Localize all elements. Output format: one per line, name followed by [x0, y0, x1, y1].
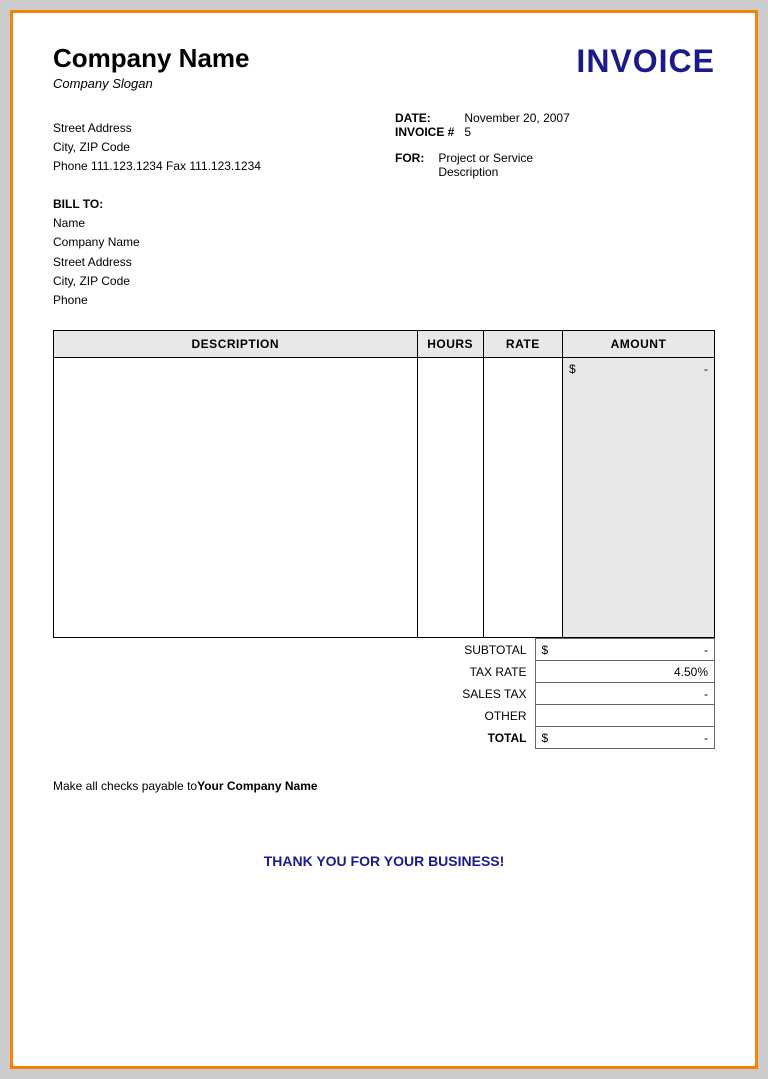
company-address: Street Address City, ZIP Code Phone 111.… — [53, 119, 261, 177]
subtotal-dollar-value: $ - — [542, 643, 709, 657]
date-label: DATE: — [395, 111, 464, 125]
invoice-num-value: 5 — [464, 125, 569, 139]
company-name: Company Name — [53, 43, 250, 74]
subtotal-row: SUBTOTAL $ - — [395, 639, 715, 661]
sales-tax-value: - — [535, 683, 715, 705]
for-desc-line2: Description — [438, 165, 533, 179]
sales-tax-row: SALES TAX - — [395, 683, 715, 705]
company-slogan: Company Slogan — [53, 76, 250, 91]
total-row: TOTAL $ - — [395, 727, 715, 749]
summary-table: SUBTOTAL $ - TAX RATE 4.50% SALES TAX - … — [395, 638, 715, 749]
amount-dash: - — [704, 362, 708, 376]
invoice-num-label: INVOICE # — [395, 125, 464, 139]
table-body-row: $ - — [54, 358, 715, 638]
total-label: TOTAL — [395, 727, 535, 749]
subtotal-value: - — [704, 643, 708, 657]
total-value-cell: $ - — [535, 727, 715, 749]
other-row: OTHER — [395, 705, 715, 727]
rate-cell — [483, 358, 562, 638]
other-label: OTHER — [395, 705, 535, 727]
header-description: DESCRIPTION — [54, 331, 418, 358]
subtotal-dollar: $ — [542, 643, 549, 657]
hours-cell — [417, 358, 483, 638]
header-section: Company Name Company Slogan INVOICE — [53, 43, 715, 91]
total-dollar-value: $ - — [542, 731, 709, 745]
invoice-page: Company Name Company Slogan INVOICE Stre… — [10, 10, 758, 1069]
total-dollar: $ — [542, 731, 549, 745]
sales-tax-label: SALES TAX — [395, 683, 535, 705]
address-line3: Phone 111.123.1234 Fax 111.123.1234 — [53, 157, 261, 176]
bill-to-city: City, ZIP Code — [53, 272, 715, 291]
header-amount: AMOUNT — [562, 331, 714, 358]
thank-you-message: THANK YOU FOR YOUR BUSINESS! — [53, 853, 715, 869]
other-value — [535, 705, 715, 727]
amount-dollar: $ — [569, 362, 576, 376]
for-desc-line1: Project or Service — [438, 151, 533, 165]
invoice-table: DESCRIPTION HOURS RATE AMOUNT $ - — [53, 330, 715, 638]
address-line1: Street Address — [53, 119, 261, 138]
total-value: - — [704, 731, 708, 745]
header-hours: HOURS — [417, 331, 483, 358]
for-section: FOR: Project or Service Description — [395, 151, 715, 179]
bill-to-company: Company Name — [53, 233, 715, 252]
amount-value: $ - — [569, 362, 708, 376]
bill-to-section: BILL TO: Name Company Name Street Addres… — [53, 195, 715, 310]
tax-rate-value: 4.50% — [535, 661, 715, 683]
bill-to-label: BILL TO: — [53, 195, 715, 214]
bill-to-phone: Phone — [53, 291, 715, 310]
header-rate: RATE — [483, 331, 562, 358]
bill-to-address: Street Address — [53, 253, 715, 272]
footer-note-prefix: Make all checks payable to — [53, 779, 197, 793]
subtotal-label: SUBTOTAL — [395, 639, 535, 661]
address-line2: City, ZIP Code — [53, 138, 261, 157]
right-header-info: DATE: November 20, 2007 INVOICE # 5 FOR:… — [395, 111, 715, 179]
summary-section: SUBTOTAL $ - TAX RATE 4.50% SALES TAX - … — [53, 638, 715, 749]
footer-note-bold: Your Company Name — [197, 779, 317, 793]
for-description: Project or Service Description — [438, 151, 533, 179]
desc-cell — [54, 358, 418, 638]
tax-rate-label: TAX RATE — [395, 661, 535, 683]
footer-note: Make all checks payable toYour Company N… — [53, 779, 715, 793]
company-info: Company Name Company Slogan — [53, 43, 250, 91]
subtotal-value-cell: $ - — [535, 639, 715, 661]
for-label: FOR: — [395, 151, 424, 179]
bill-to-name: Name — [53, 214, 715, 233]
date-value: November 20, 2007 — [464, 111, 569, 125]
invoice-title: INVOICE — [576, 43, 715, 80]
amount-cell: $ - — [562, 358, 714, 638]
tax-rate-row: TAX RATE 4.50% — [395, 661, 715, 683]
